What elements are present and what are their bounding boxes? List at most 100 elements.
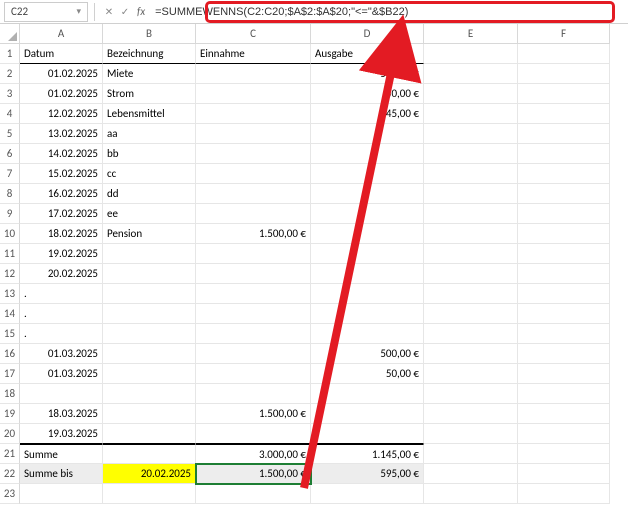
column-header-B[interactable]: B <box>103 24 196 44</box>
cell[interactable] <box>103 424 196 444</box>
cell[interactable] <box>518 444 610 464</box>
cell[interactable]: 500,00 € <box>311 344 424 364</box>
cell[interactable] <box>518 44 610 64</box>
cell[interactable] <box>311 164 424 184</box>
cell[interactable] <box>518 144 610 164</box>
cell[interactable] <box>196 164 311 184</box>
cell[interactable] <box>424 304 518 324</box>
cell[interactable] <box>311 324 424 344</box>
cell[interactable] <box>311 224 424 244</box>
row-header-13[interactable]: 13 <box>0 284 20 304</box>
cell[interactable]: 1.500,00 € <box>196 224 311 244</box>
cell[interactable] <box>196 104 311 124</box>
cell[interactable] <box>518 424 610 444</box>
row-header-22[interactable]: 22 <box>0 464 20 484</box>
cell[interactable] <box>424 264 518 284</box>
cell[interactable] <box>424 84 518 104</box>
summebis-label[interactable]: Summe bis <box>20 464 103 484</box>
column-header-D[interactable]: D <box>311 24 424 44</box>
cell[interactable] <box>424 104 518 124</box>
column-header-F[interactable]: F <box>518 24 610 44</box>
row-header-8[interactable]: 8 <box>0 184 20 204</box>
cell[interactable] <box>518 244 610 264</box>
cell[interactable] <box>196 204 311 224</box>
cell[interactable] <box>196 144 311 164</box>
cell[interactable] <box>196 64 311 84</box>
cell[interactable]: Lebensmittel <box>103 104 196 124</box>
cell[interactable]: 19.02.2025 <box>20 244 103 264</box>
cell[interactable] <box>311 144 424 164</box>
cell[interactable] <box>424 384 518 404</box>
active-cell-c22[interactable]: 1.500,00 € <box>196 464 311 484</box>
cell[interactable] <box>424 224 518 244</box>
cell[interactable] <box>424 484 518 504</box>
cell[interactable] <box>518 324 610 344</box>
cell[interactable] <box>103 384 196 404</box>
row-header-18[interactable]: 18 <box>0 384 20 404</box>
row-header-12[interactable]: 12 <box>0 264 20 284</box>
cell[interactable] <box>424 244 518 264</box>
cell[interactable] <box>518 304 610 324</box>
cell[interactable] <box>424 464 518 484</box>
cell[interactable] <box>518 224 610 244</box>
row-header-7[interactable]: 7 <box>0 164 20 184</box>
cell[interactable] <box>518 364 610 384</box>
cell[interactable] <box>20 484 103 504</box>
cell[interactable] <box>196 284 311 304</box>
cell[interactable] <box>424 324 518 344</box>
cell[interactable] <box>196 264 311 284</box>
row-header-2[interactable]: 2 <box>0 64 20 84</box>
cell[interactable] <box>311 184 424 204</box>
cell[interactable] <box>196 424 311 444</box>
fx-icon[interactable]: fx <box>137 5 145 18</box>
cell[interactable] <box>424 184 518 204</box>
cell[interactable] <box>518 404 610 424</box>
cell[interactable] <box>518 204 610 224</box>
cell[interactable] <box>196 384 311 404</box>
cell[interactable] <box>424 444 518 464</box>
cell[interactable]: 14.02.2025 <box>20 144 103 164</box>
cell[interactable] <box>424 424 518 444</box>
cell[interactable] <box>518 184 610 204</box>
cell[interactable] <box>196 304 311 324</box>
row-header-17[interactable]: 17 <box>0 364 20 384</box>
cell[interactable]: 18.02.2025 <box>20 224 103 244</box>
cell[interactable] <box>103 304 196 324</box>
cell[interactable] <box>103 484 196 504</box>
cell[interactable] <box>424 404 518 424</box>
cell[interactable] <box>424 144 518 164</box>
cell[interactable] <box>311 264 424 284</box>
cell[interactable] <box>518 384 610 404</box>
cell[interactable] <box>196 344 311 364</box>
cell[interactable] <box>196 244 311 264</box>
cell[interactable] <box>311 484 424 504</box>
formula-input[interactable] <box>149 2 624 22</box>
cell[interactable]: 500,00 € <box>311 64 424 84</box>
cell[interactable] <box>518 464 610 484</box>
cell[interactable] <box>518 84 610 104</box>
cell[interactable] <box>424 344 518 364</box>
cell[interactable] <box>103 404 196 424</box>
cell[interactable] <box>424 64 518 84</box>
cell[interactable]: 01.02.2025 <box>20 64 103 84</box>
cell[interactable]: . <box>20 304 103 324</box>
cell[interactable]: 15.02.2025 <box>20 164 103 184</box>
cell[interactable]: 17.02.2025 <box>20 204 103 224</box>
cell[interactable]: 45,00 € <box>311 104 424 124</box>
cell[interactable]: 18.03.2025 <box>20 404 103 424</box>
cell[interactable] <box>311 424 424 444</box>
row-header-9[interactable]: 9 <box>0 204 20 224</box>
summe-c[interactable]: 3.000,00 € <box>196 444 311 464</box>
cell[interactable] <box>103 284 196 304</box>
header-cell[interactable]: Ausgabe <box>311 44 424 64</box>
summe-label[interactable]: Summe <box>20 444 103 464</box>
row-header-15[interactable]: 15 <box>0 324 20 344</box>
cell[interactable] <box>518 164 610 184</box>
cell[interactable]: Miete <box>103 64 196 84</box>
summebis-d[interactable]: 595,00 € <box>311 464 424 484</box>
row-header-4[interactable]: 4 <box>0 104 20 124</box>
cell[interactable] <box>311 124 424 144</box>
cell[interactable] <box>311 404 424 424</box>
row-header-14[interactable]: 14 <box>0 304 20 324</box>
cell[interactable] <box>518 264 610 284</box>
